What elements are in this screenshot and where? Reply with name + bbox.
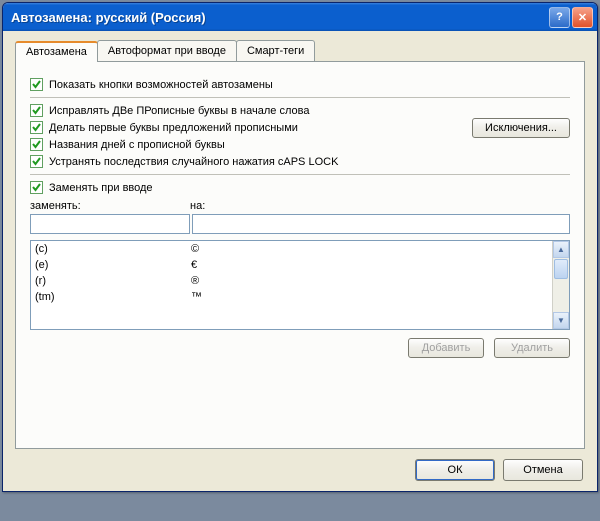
tab-autoformat[interactable]: Автоформат при вводе [97,40,237,61]
checkbox-label: Названия дней с прописной буквы [49,139,225,151]
scroll-down-button[interactable]: ▼ [553,312,569,329]
scroll-thumb[interactable] [554,259,568,279]
tab-panel: Показать кнопки возможностей автозамены … [15,61,585,449]
titlebar[interactable]: Автозамена: русский (Россия) ? ✕ [3,3,597,31]
checkbox-show-buttons[interactable] [30,78,43,91]
help-button[interactable]: ? [549,7,570,28]
add-button[interactable]: Добавить [408,338,484,358]
replace-input[interactable] [30,214,190,234]
autocorrect-dialog: Автозамена: русский (Россия) ? ✕ Автозам… [2,2,598,492]
list-cell-from: (r) [35,275,191,287]
chevron-down-icon: ▼ [557,316,565,325]
window-title: Автозамена: русский (Россия) [11,10,549,25]
tab-label: Автоформат при вводе [108,45,226,57]
tab-label: Смарт-теги [247,45,304,57]
scroll-up-button[interactable]: ▲ [553,241,569,258]
divider [30,174,570,175]
close-button[interactable]: ✕ [572,7,593,28]
list-cell-to: © [191,243,199,255]
tab-smart-tags[interactable]: Смарт-теги [236,40,315,61]
list-item[interactable]: (c) © [31,241,552,257]
divider [30,97,570,98]
column-header-replace: заменять: [30,200,190,212]
list-item[interactable]: (e) € [31,257,552,273]
checkbox-label: Исправлять ДВе ПРописные буквы в начале … [49,105,309,117]
list-cell-from: (tm) [35,291,191,303]
client-area: Автозамена Автоформат при вводе Смарт-те… [3,31,597,491]
checkbox-label: Устранять последствия случайного нажатия… [49,156,338,168]
ok-button[interactable]: ОК [415,459,495,481]
replacements-list[interactable]: (c) © (e) € (r) ® (tm) ™ [30,240,570,330]
checkbox-label: Показать кнопки возможностей автозамены [49,79,273,91]
checkbox-caps-lock[interactable] [30,155,43,168]
question-icon: ? [556,11,563,23]
tab-label: Автозамена [26,46,87,58]
with-input[interactable] [192,214,570,234]
cancel-button[interactable]: Отмена [503,459,583,481]
checkbox-label: Делать первые буквы предложений прописны… [49,122,298,134]
tab-autocorrect[interactable]: Автозамена [15,41,98,62]
checkbox-day-names[interactable] [30,138,43,151]
checkbox-sentence-cap[interactable] [30,121,43,134]
list-cell-to: € [191,259,197,271]
list-cell-from: (e) [35,259,191,271]
list-cell-from: (c) [35,243,191,255]
checkbox-label: Заменять при вводе [49,182,153,194]
scrollbar[interactable]: ▲ ▼ [552,241,569,329]
scroll-track[interactable] [553,258,569,312]
checkbox-replace-on-type[interactable] [30,181,43,194]
delete-button[interactable]: Удалить [494,338,570,358]
column-header-with: на: [190,200,205,212]
checkbox-two-caps[interactable] [30,104,43,117]
tab-strip: Автозамена Автоформат при вводе Смарт-те… [15,40,585,61]
list-cell-to: ™ [191,291,202,303]
exceptions-button[interactable]: Исключения... [472,118,570,138]
close-icon: ✕ [578,11,587,24]
list-cell-to: ® [191,275,199,287]
list-item[interactable]: (r) ® [31,273,552,289]
list-item[interactable]: (tm) ™ [31,289,552,305]
chevron-up-icon: ▲ [557,245,565,254]
